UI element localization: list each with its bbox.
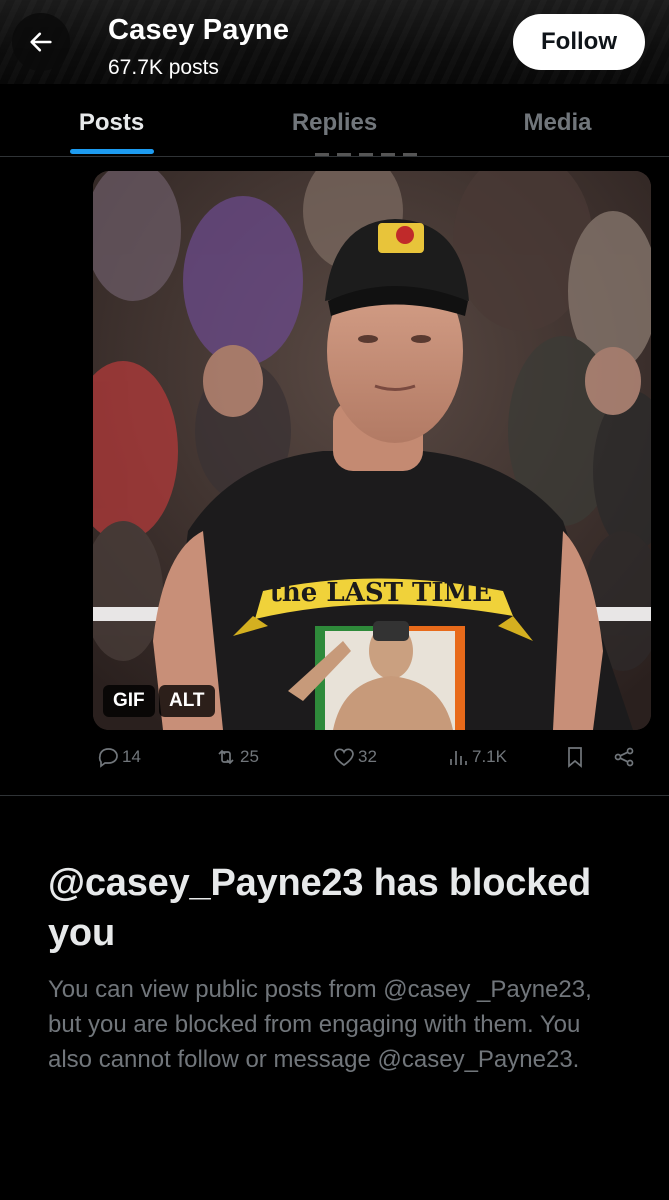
follow-button[interactable]: Follow	[513, 14, 645, 70]
shirt-text: the LAST TIME	[270, 578, 492, 608]
views-button[interactable]: 7.1K	[446, 745, 507, 769]
tab-media[interactable]: Media	[446, 84, 669, 156]
post-action-bar: 14 25 32 7.1K	[0, 745, 669, 777]
alt-text-button[interactable]: ALT	[159, 685, 215, 717]
views-chart-icon	[450, 751, 467, 765]
like-button[interactable]: 32	[332, 745, 377, 769]
repost-count: 25	[240, 747, 259, 766]
active-tab-indicator	[69, 149, 154, 154]
bookmark-icon	[568, 747, 582, 768]
tab-posts[interactable]: Posts	[0, 84, 223, 156]
back-button[interactable]	[12, 13, 70, 71]
share-icon	[614, 747, 634, 767]
repost-icon	[218, 749, 234, 765]
profile-tabs: Posts Replies Media	[0, 84, 669, 157]
post-count: 67.7K posts	[108, 56, 219, 79]
tab-label: Replies	[291, 109, 378, 136]
tab-replies[interactable]: Replies	[223, 84, 446, 156]
reply-icon	[98, 748, 118, 768]
gif-badge: GIF	[103, 685, 155, 717]
views-count: 7.1K	[472, 747, 507, 766]
wrestler-image: the LAST TIME	[93, 171, 651, 730]
arrow-left-icon	[30, 32, 52, 52]
heart-icon	[334, 748, 354, 767]
clipped-post-text	[315, 150, 425, 156]
share-button[interactable]	[612, 745, 636, 769]
reply-count: 14	[122, 747, 141, 766]
post-media-gif[interactable]: the LAST TIME	[93, 171, 651, 730]
blocked-description: You can view public posts from @casey _P…	[48, 976, 592, 1073]
bookmark-button[interactable]	[563, 745, 587, 769]
tab-label: Posts	[78, 109, 145, 136]
blocked-title: @casey_Payne23 has blocked you	[48, 862, 592, 954]
repost-button[interactable]: 25	[214, 745, 259, 769]
reply-button[interactable]: 14	[96, 745, 141, 769]
profile-header: Casey Payne 67.7K posts Follow	[0, 0, 669, 84]
divider	[0, 795, 669, 796]
tab-label: Media	[523, 109, 592, 136]
profile-name: Casey Payne	[108, 14, 290, 46]
like-count: 32	[358, 747, 377, 766]
